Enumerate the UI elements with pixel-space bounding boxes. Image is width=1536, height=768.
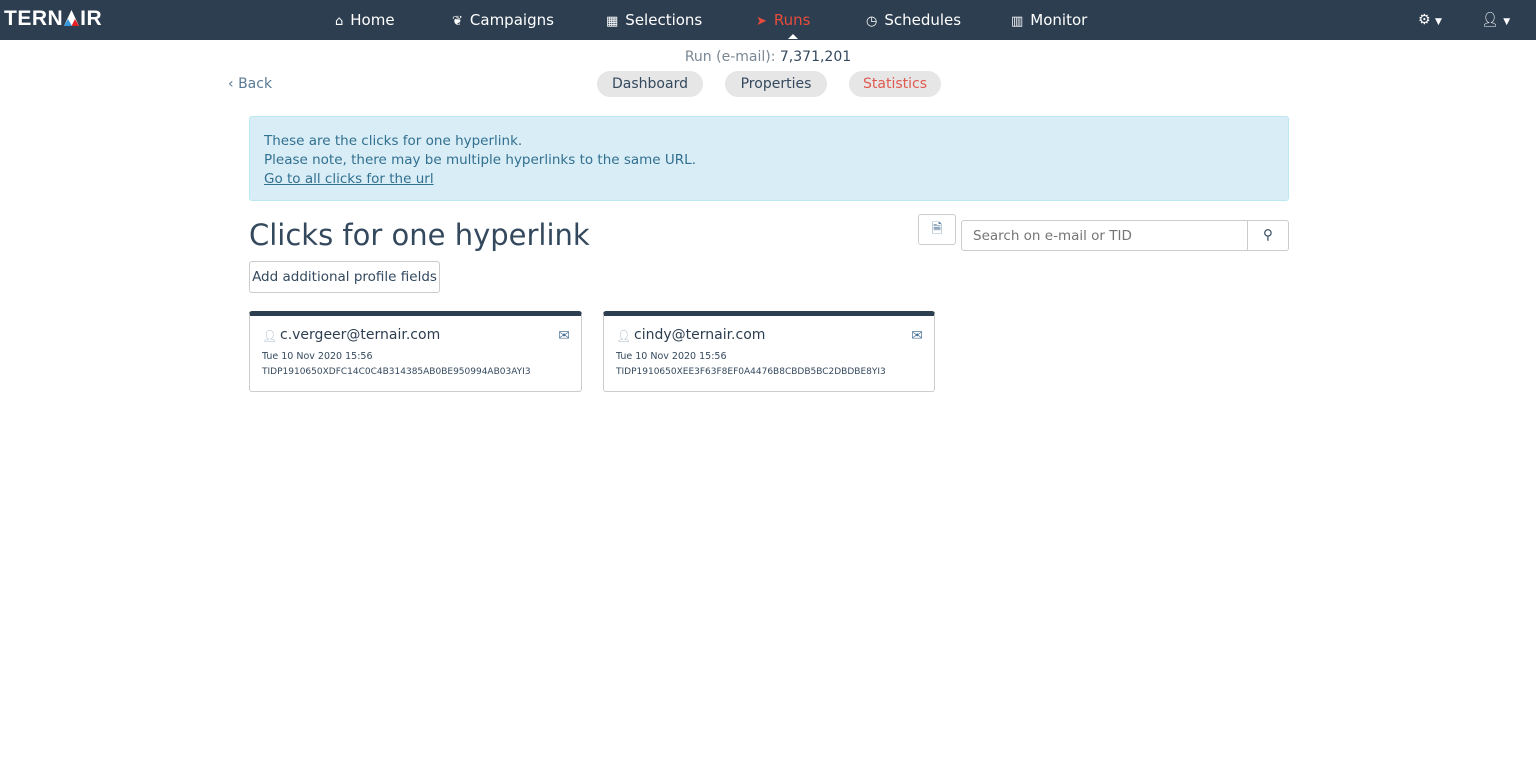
nav-campaigns[interactable]: ❦ Campaigns [452,11,554,29]
run-header: Run (e-mail): 7,371,201 [684,49,852,65]
cubes-icon: ▦ [606,14,619,29]
nav-home[interactable]: ⌂ Home [335,11,395,29]
chevron-down-icon: ▼ [1503,17,1511,27]
search-input[interactable] [961,220,1248,251]
active-caret [788,34,798,39]
settings-dropdown[interactable]: ⚙ ▼ [1418,12,1442,28]
excel-file-icon: 🗎︎ [931,221,943,237]
home-icon: ⌂ [335,14,344,29]
info-alert: These are the clicks for one hyperlink. … [249,116,1289,201]
ternair-logo[interactable]: TERN IR [4,7,102,31]
envelope-icon[interactable]: ✉ [911,328,923,344]
nav-runs[interactable]: ➤ Runs [756,11,810,29]
tab-properties[interactable]: Properties [725,71,827,97]
click-card: 👤︎ c.vergeer@ternair.com ✉ Tue 10 Nov 20… [249,311,582,392]
search-button[interactable]: ⚲ [1247,220,1289,251]
nav-schedules[interactable]: ◷ Schedules [866,11,961,29]
leaf-icon: ❦ [452,14,463,29]
chevron-down-icon: ▼ [1435,17,1442,27]
user-icon: 👤︎ [1481,12,1499,28]
back-link[interactable]: ‹ Back [228,76,272,92]
user-icon: 👤︎ [616,329,632,343]
user-dropdown[interactable]: 👤︎ ▼ [1481,12,1510,28]
paper-plane-icon: ➤ [756,14,767,29]
page-title: Clicks for one hyperlink [249,218,590,252]
nav-selections[interactable]: ▦ Selections [606,11,702,29]
export-excel-button[interactable]: 🗎︎ [918,214,956,245]
search-icon: ⚲ [1263,227,1273,243]
gear-icon: ⚙ [1418,12,1431,28]
click-card: 👤︎ cindy@ternair.com ✉ Tue 10 Nov 2020 1… [603,311,935,392]
logo-triangle-icon [63,9,80,27]
tab-statistics[interactable]: Statistics [849,71,941,97]
nav-monitor[interactable]: ▥ Monitor [1011,11,1087,29]
envelope-icon[interactable]: ✉ [558,328,570,344]
user-icon: 👤︎ [262,329,278,343]
bar-chart-icon: ▥ [1011,14,1024,29]
all-clicks-link[interactable]: Go to all clicks for the url [264,171,434,187]
top-navbar: TERN IR ⌂ Home ❦ Campaigns ▦ Selections ➤ Run… [0,0,1536,40]
chevron-left-icon: ‹ [228,76,234,92]
tab-dashboard[interactable]: Dashboard [597,71,703,97]
clock-icon: ◷ [866,14,878,29]
add-profile-fields-button[interactable]: Add additional profile fields [249,261,440,293]
